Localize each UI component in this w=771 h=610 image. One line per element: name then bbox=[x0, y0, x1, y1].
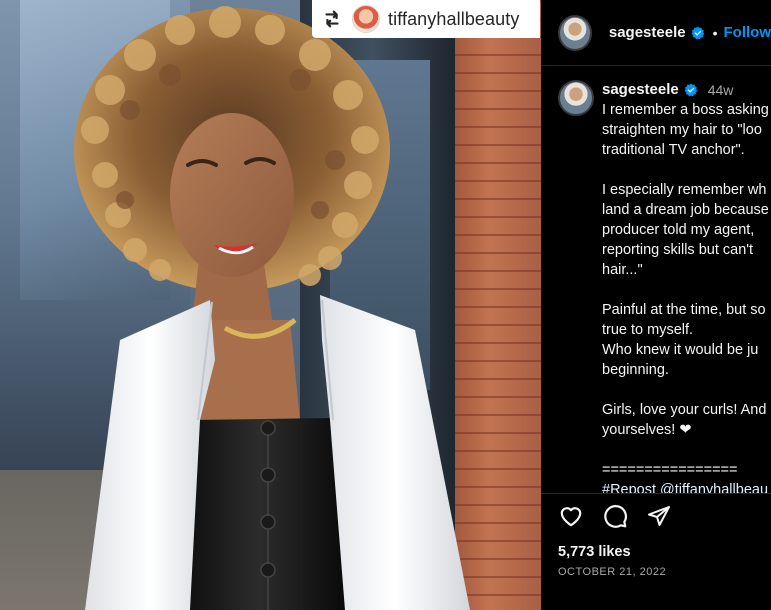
post-age[interactable]: 44w bbox=[708, 80, 734, 100]
heart-icon[interactable] bbox=[558, 503, 584, 529]
post-date: OCTOBER 21, 2022 bbox=[558, 566, 667, 578]
caption-line: reporting skills but can't bbox=[602, 242, 754, 258]
caption-text: I remember a boss asking straighten my h… bbox=[602, 100, 771, 493]
comment-icon[interactable] bbox=[602, 503, 628, 529]
caption-line: straighten my hair to "loo bbox=[602, 122, 762, 138]
caption-line: yourselves! ❤ bbox=[602, 422, 692, 438]
author-username[interactable]: sagesteele bbox=[609, 24, 686, 41]
caption-header: sagesteele 44w bbox=[602, 80, 771, 100]
caption-line: Painful at the time, but so bbox=[602, 302, 766, 318]
caption-line bbox=[602, 380, 771, 400]
follow-button[interactable]: Follow bbox=[724, 24, 771, 41]
repost-username[interactable]: tiffanyhallbeauty bbox=[388, 9, 519, 30]
caption-username[interactable]: sagesteele bbox=[602, 80, 679, 100]
repost-attribution[interactable]: tiffanyhallbeauty bbox=[312, 0, 540, 38]
verified-badge-icon bbox=[684, 83, 698, 97]
caption-line: I especially remember wh bbox=[602, 182, 767, 198]
caption-line bbox=[602, 280, 771, 300]
header-separator: • bbox=[712, 24, 718, 41]
person-illustration bbox=[74, 6, 470, 610]
caption-line[interactable]: #Repost @tiffanyhallbeau bbox=[602, 480, 771, 493]
post-actions bbox=[558, 503, 690, 529]
repost-avatar[interactable] bbox=[352, 5, 380, 33]
share-icon[interactable] bbox=[646, 503, 672, 529]
caption-line: producer told my agent, bbox=[602, 222, 755, 238]
post-photo[interactable]: tiffanyhallbeauty bbox=[0, 0, 541, 610]
caption-line: true to myself. bbox=[602, 322, 694, 338]
caption-line: land a dream job because bbox=[602, 202, 769, 218]
instagram-post-view: tiffanyhallbeauty sagesteele • Follow sa… bbox=[0, 0, 771, 610]
caption-line: Girls, love your curls! And bbox=[602, 402, 767, 418]
caption-line: Who knew it would be ju bbox=[602, 342, 759, 358]
caption-area[interactable]: sagesteele 44w I remember a boss asking … bbox=[541, 66, 771, 494]
caption-line: ================ bbox=[602, 462, 738, 478]
caption-line bbox=[602, 160, 771, 180]
post-sidebar: sagesteele • Follow sagesteele 44w I rem… bbox=[541, 0, 771, 610]
caption-line: traditional TV anchor". bbox=[602, 142, 745, 158]
caption-author-avatar[interactable] bbox=[558, 80, 594, 116]
caption-body: sagesteele 44w I remember a boss asking … bbox=[602, 80, 771, 493]
post-header: sagesteele • Follow bbox=[541, 0, 771, 66]
author-avatar[interactable] bbox=[558, 14, 592, 51]
like-count[interactable]: 5,773 likes bbox=[558, 544, 631, 560]
caption-line: beginning. bbox=[602, 362, 669, 378]
caption-line bbox=[602, 440, 771, 460]
caption-line: hair..." bbox=[602, 262, 643, 278]
repost-icon bbox=[320, 7, 344, 31]
verified-badge-icon bbox=[691, 26, 705, 40]
caption-line: I remember a boss asking bbox=[602, 102, 769, 118]
